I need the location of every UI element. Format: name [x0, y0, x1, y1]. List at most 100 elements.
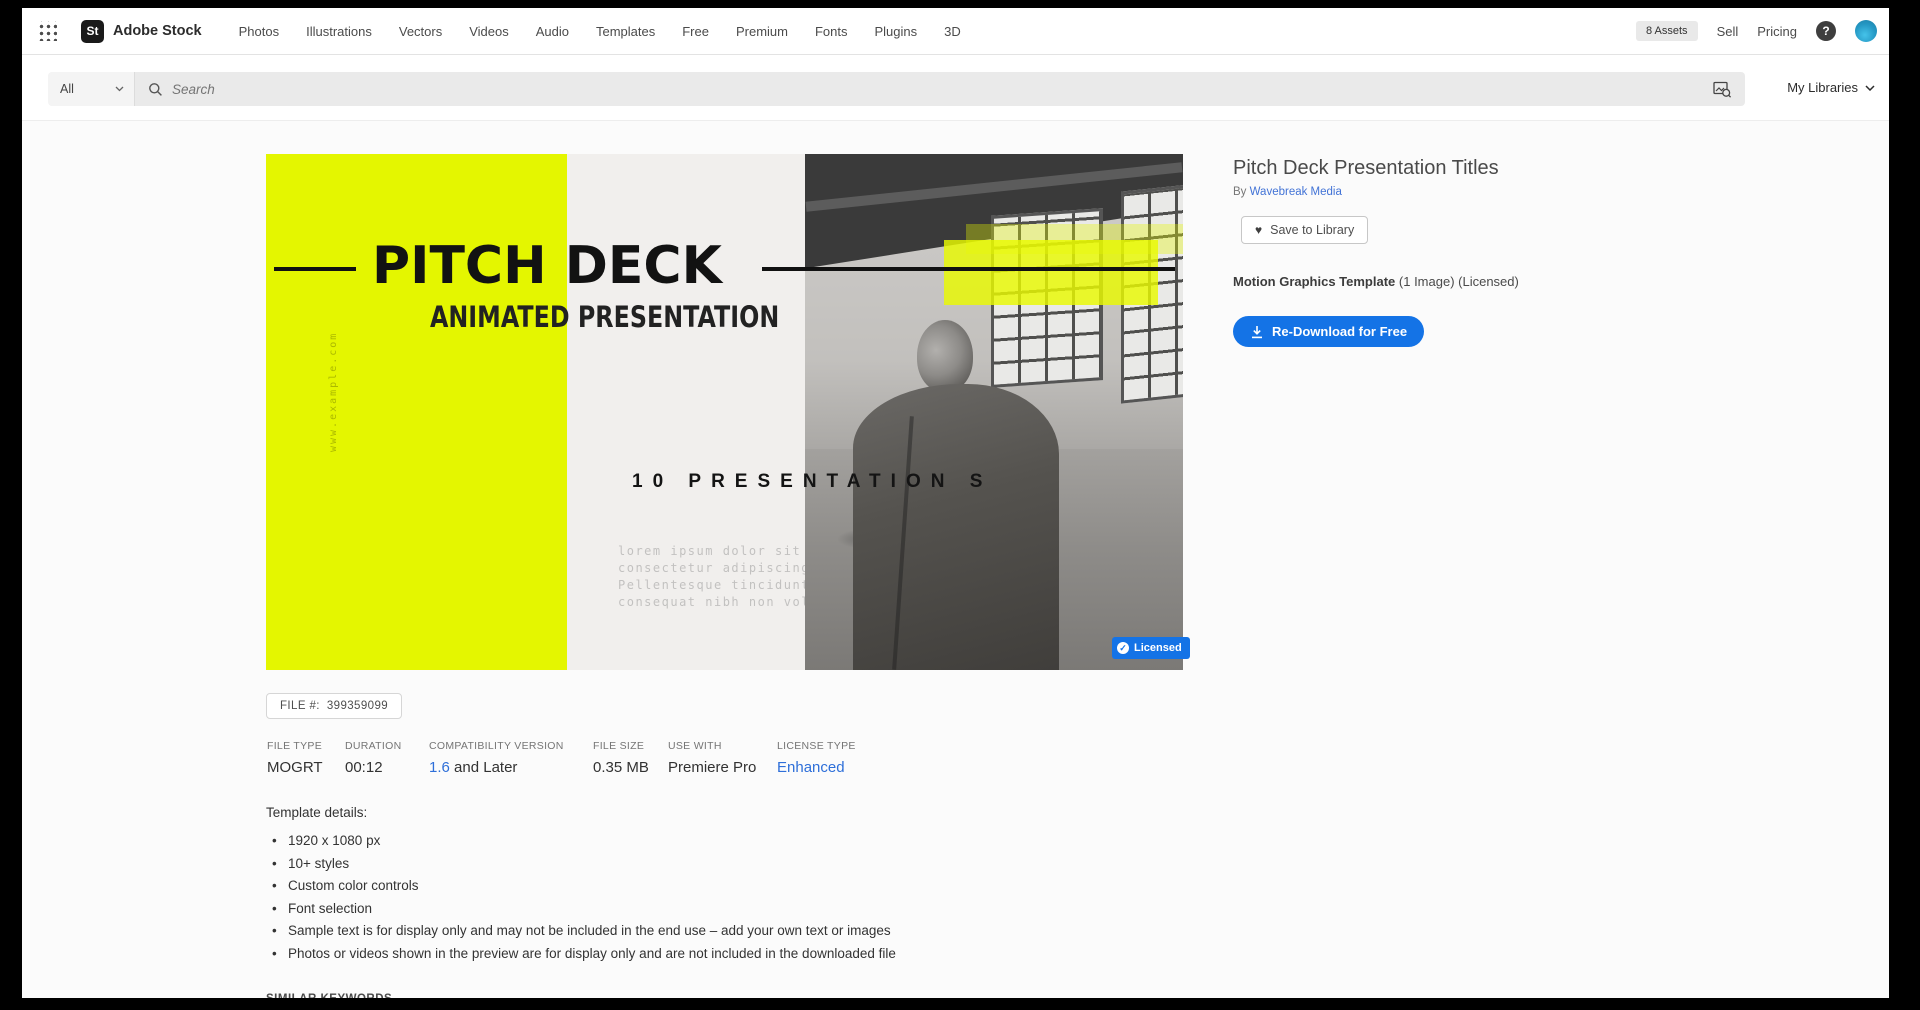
primary-nav: Photos Illustrations Vectors Videos Audi…	[239, 24, 961, 39]
detail-item: 1920 x 1080 px	[266, 830, 896, 853]
meta-license-type: LICENSE TYPE Enhanced	[777, 740, 856, 776]
my-libraries-label: My Libraries	[1787, 80, 1858, 95]
meta-label: COMPATIBILITY VERSION	[429, 740, 593, 752]
detail-item: Font selection	[266, 898, 896, 921]
meta-value-suffix: and Later	[450, 759, 518, 776]
author-link[interactable]: Wavebreak Media	[1250, 186, 1342, 198]
template-details-heading: Template details:	[266, 805, 367, 820]
nav-item-templates[interactable]: Templates	[596, 24, 655, 39]
redownload-label: Re-Download for Free	[1272, 324, 1407, 339]
photo-person-head	[917, 320, 973, 392]
preview-subheadline: ANIMATED PRESENTATION	[430, 300, 779, 334]
preview-title-rule-right	[762, 267, 1175, 271]
preview-vertical-url: www.example.com	[328, 342, 339, 452]
sell-link[interactable]: Sell	[1717, 24, 1739, 39]
meta-use-with: USE WITH Premiere Pro	[668, 740, 777, 776]
meta-value: MOGRT	[267, 759, 345, 776]
meta-label: LICENSE TYPE	[777, 740, 856, 752]
asset-byline: By Wavebreak Media	[1233, 186, 1342, 198]
version-link[interactable]: 1.6	[429, 759, 450, 776]
download-icon	[1250, 325, 1264, 339]
asset-format-type: Motion Graphics Template	[1233, 274, 1395, 289]
nav-item-videos[interactable]: Videos	[469, 24, 509, 39]
browser-viewport: St Adobe Stock Photos Illustrations Vect…	[22, 8, 1889, 998]
chevron-down-icon	[1865, 85, 1875, 91]
brand-name[interactable]: Adobe Stock	[113, 23, 202, 39]
search-filter-dropdown[interactable]: All	[48, 72, 135, 106]
search-field	[135, 72, 1745, 106]
meta-label: FILE TYPE	[267, 740, 345, 752]
licensed-badge: ✓ Licensed	[1112, 637, 1190, 659]
search-input[interactable]	[172, 82, 1704, 97]
placeholder-line: consequat nibh non vol	[618, 594, 805, 611]
meta-compatibility: COMPATIBILITY VERSION 1.6 and Later	[429, 740, 593, 776]
nav-item-plugins[interactable]: Plugins	[875, 24, 918, 39]
preview-yellow-panel	[266, 154, 567, 670]
search-filter-value: All	[60, 82, 74, 96]
meta-label: DURATION	[345, 740, 429, 752]
meta-value: 00:12	[345, 759, 429, 776]
chevron-down-icon	[115, 86, 124, 92]
placeholder-line: consectetur adipiscing	[618, 560, 805, 577]
save-to-library-button[interactable]: ♥ Save to Library	[1241, 216, 1368, 244]
file-number-value: 399359099	[327, 700, 388, 712]
asset-preview[interactable]: www.example.com PITCH DECK ANIMATED PRES…	[266, 154, 1183, 670]
top-navigation-bar: St Adobe Stock Photos Illustrations Vect…	[22, 8, 1889, 55]
meta-value: Premiere Pro	[668, 759, 777, 776]
nav-item-3d[interactable]: 3D	[944, 24, 961, 39]
meta-duration: DURATION 00:12	[345, 740, 429, 776]
meta-label: FILE SIZE	[593, 740, 668, 752]
top-right-cluster: 8 Assets Sell Pricing ?	[1636, 20, 1877, 42]
detail-item: Sample text is for display only and may …	[266, 920, 896, 943]
asset-metadata: FILE TYPE MOGRT DURATION 00:12 COMPATIBI…	[267, 740, 856, 776]
nav-item-fonts[interactable]: Fonts	[815, 24, 848, 39]
screen: St Adobe Stock Photos Illustrations Vect…	[0, 0, 1920, 1010]
check-circle-icon: ✓	[1117, 642, 1129, 654]
preview-styles-text: 10 PRESENTATION S	[632, 471, 992, 493]
save-to-library-label: Save to Library	[1270, 223, 1354, 237]
template-details-list: 1920 x 1080 px 10+ styles Custom color c…	[266, 830, 896, 965]
asset-format-line: Motion Graphics Template (1 Image) (Lice…	[1233, 274, 1519, 289]
asset-title: Pitch Deck Presentation Titles	[1233, 157, 1499, 180]
nav-item-vectors[interactable]: Vectors	[399, 24, 442, 39]
meta-file-type: FILE TYPE MOGRT	[267, 740, 345, 776]
detail-item: 10+ styles	[266, 853, 896, 876]
meta-value: 0.35 MB	[593, 759, 668, 776]
heart-icon: ♥	[1255, 224, 1262, 236]
image-search-icon[interactable]	[1713, 81, 1732, 98]
user-avatar[interactable]	[1855, 20, 1877, 42]
assets-count-badge[interactable]: 8 Assets	[1636, 21, 1698, 41]
nav-item-premium[interactable]: Premium	[736, 24, 788, 39]
meta-value: 1.6 and Later	[429, 759, 593, 776]
meta-label: USE WITH	[668, 740, 777, 752]
preview-title-rule-left	[274, 267, 356, 271]
by-label: By	[1233, 186, 1250, 198]
nav-item-free[interactable]: Free	[682, 24, 709, 39]
redownload-button[interactable]: Re-Download for Free	[1233, 316, 1424, 347]
nav-item-audio[interactable]: Audio	[536, 24, 569, 39]
meta-value: Enhanced	[777, 759, 856, 776]
detail-item: Custom color controls	[266, 875, 896, 898]
my-libraries-dropdown[interactable]: My Libraries	[1787, 80, 1875, 95]
photo-person-jacket	[853, 384, 1059, 670]
meta-file-size: FILE SIZE 0.35 MB	[593, 740, 668, 776]
preview-highlight-band	[944, 240, 1158, 305]
file-number-label: FILE #:	[280, 700, 320, 712]
help-icon[interactable]: ?	[1816, 21, 1836, 41]
app-grid-icon[interactable]	[37, 21, 57, 41]
preview-headline: PITCH DECK	[372, 236, 722, 296]
nav-item-illustrations[interactable]: Illustrations	[306, 24, 372, 39]
pricing-link[interactable]: Pricing	[1757, 24, 1797, 39]
nav-item-photos[interactable]: Photos	[239, 24, 279, 39]
detail-item: Photos or videos shown in the preview ar…	[266, 943, 896, 966]
file-number-badge: FILE #: 399359099	[266, 693, 402, 719]
asset-format-suffix: (1 Image) (Licensed)	[1395, 274, 1519, 289]
licensed-badge-label: Licensed	[1134, 642, 1182, 654]
placeholder-line: Pellentesque tincidunt	[618, 577, 805, 594]
search-bar: All	[48, 72, 1745, 106]
adobe-stock-logo-icon[interactable]: St	[81, 20, 104, 43]
license-type-link[interactable]: Enhanced	[777, 759, 845, 776]
search-icon	[148, 82, 163, 97]
similar-keywords-heading: SIMILAR KEYWORDS	[266, 993, 392, 998]
preview-placeholder-text: lorem ipsum dolor sit a consectetur adip…	[618, 543, 805, 611]
